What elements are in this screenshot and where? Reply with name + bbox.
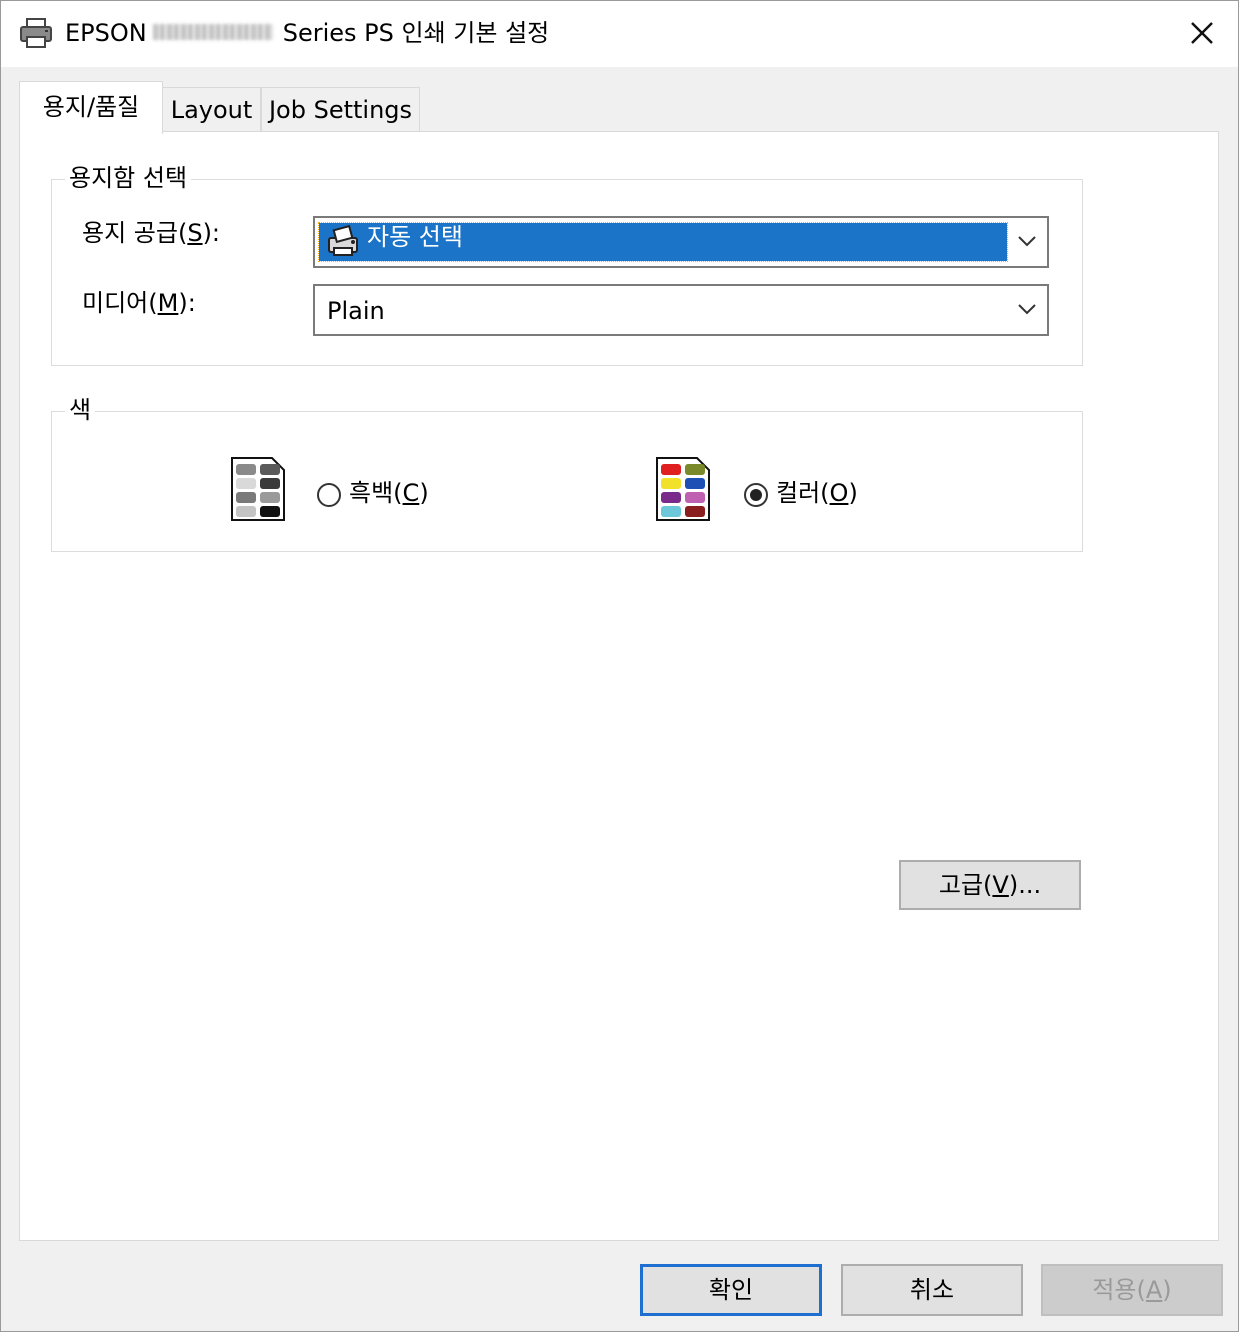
apply-button[interactable]: 적용(A) — [1041, 1264, 1223, 1316]
window-title: EPSON Series PS 인쇄 기본 설정 — [65, 19, 550, 47]
chevron-down-icon — [1018, 236, 1036, 247]
paper-source-value: 자동 선택 — [367, 223, 463, 251]
grayscale-label: 흑백(C) — [349, 479, 429, 507]
printer-icon — [20, 18, 52, 48]
color-group — [51, 411, 1083, 552]
auto-select-printer-icon — [328, 224, 358, 256]
print-preferences-dialog: EPSON Series PS 인쇄 기본 설정 용지/품질 Layout Job… — [0, 0, 1239, 1332]
cancel-button[interactable]: 취소 — [841, 1264, 1023, 1316]
tab-layout[interactable]: Layout — [162, 87, 261, 132]
tab-panel: 용지함 선택 용지 공급(S): 자동 선택 미디어(M): Plain 색 흑… — [19, 131, 1219, 1241]
paper-source-dropdown[interactable]: 자동 선택 — [313, 216, 1049, 268]
color-page-icon — [656, 457, 710, 521]
radio-selected-dot — [750, 489, 762, 501]
tab-paper-quality[interactable]: 용지/품질 — [19, 81, 163, 134]
media-value: Plain — [327, 297, 385, 325]
tray-selection-group — [51, 179, 1083, 366]
redacted-model-name — [152, 24, 273, 40]
color-legend: 색 — [65, 396, 96, 424]
media-dropdown[interactable]: Plain — [313, 284, 1049, 336]
paper-source-label: 용지 공급(S): — [82, 219, 221, 247]
chevron-down-icon — [1018, 304, 1036, 315]
media-label: 미디어(M): — [82, 289, 196, 317]
grayscale-radio-circle — [317, 483, 341, 507]
tray-selection-legend: 용지함 선택 — [65, 164, 192, 192]
tab-job-settings[interactable]: Job Settings — [261, 87, 420, 132]
title-bar: EPSON Series PS 인쇄 기본 설정 — [1, 1, 1238, 67]
advanced-button[interactable]: 고급(V)... — [899, 860, 1081, 910]
close-icon[interactable] — [1184, 15, 1220, 51]
ok-button[interactable]: 확인 — [640, 1264, 822, 1316]
color-label: 컬러(O) — [776, 479, 858, 507]
grayscale-page-icon — [231, 457, 285, 521]
color-radio-circle — [744, 483, 768, 507]
